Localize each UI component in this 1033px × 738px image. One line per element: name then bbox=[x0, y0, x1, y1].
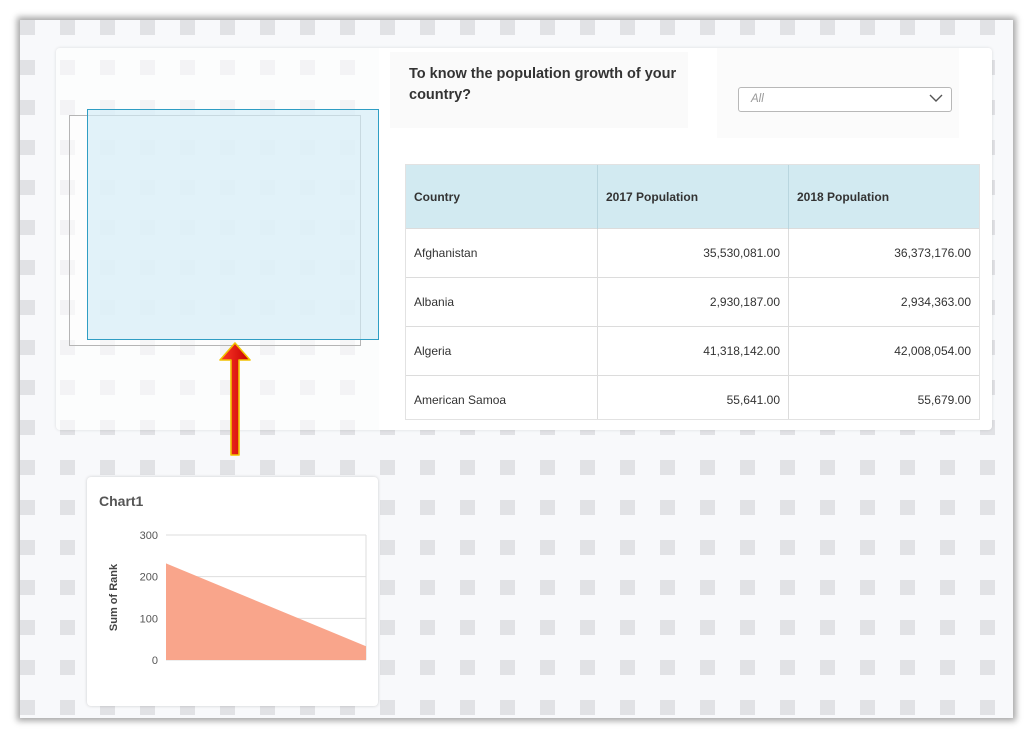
cell-2017: 2,930,187.00 bbox=[597, 277, 789, 327]
cell-country: American Samoa bbox=[406, 375, 598, 419]
y-tick-label: 100 bbox=[140, 613, 158, 625]
column-header-2018[interactable]: 2018 Population bbox=[788, 165, 979, 229]
column-header-2017[interactable]: 2017 Population bbox=[597, 165, 789, 229]
cell-2018: 42,008,054.00 bbox=[788, 326, 979, 376]
y-tick-label: 200 bbox=[140, 572, 158, 584]
cell-2017: 41,318,142.00 bbox=[597, 326, 789, 376]
up-arrow-annotation bbox=[219, 342, 251, 456]
cell-2018: 55,679.00 bbox=[788, 375, 979, 419]
y-axis-label: Sum of Rank bbox=[108, 563, 120, 631]
y-tick-label: 0 bbox=[152, 655, 158, 667]
table-header-row: Country 2017 Population 2018 Population bbox=[406, 165, 979, 229]
country-filter-dropdown[interactable]: All bbox=[738, 87, 952, 112]
chart-widget[interactable]: Chart1 300 200 100 0 Sum of Rank bbox=[87, 477, 378, 706]
chevron-down-icon bbox=[929, 94, 943, 102]
cell-2017: 35,530,081.00 bbox=[597, 228, 789, 278]
dropdown-selected-value: All bbox=[751, 93, 764, 105]
area-chart: 300 200 100 0 Sum of Rank bbox=[108, 530, 367, 667]
table-row[interactable]: Algeria 41,318,142.00 42,008,054.00 bbox=[406, 326, 979, 376]
panel-title: To know the population growth of your co… bbox=[409, 66, 677, 103]
table-row[interactable]: Afghanistan 35,530,081.00 36,373,176.00 bbox=[406, 228, 979, 278]
drop-target-highlight[interactable] bbox=[87, 109, 379, 340]
column-header-country[interactable]: Country bbox=[406, 165, 598, 229]
y-tick-label: 300 bbox=[140, 530, 158, 542]
table-row[interactable]: Albania 2,930,187.00 2,934,363.00 bbox=[406, 277, 979, 327]
cell-country: Albania bbox=[406, 277, 598, 327]
cell-country: Afghanistan bbox=[406, 228, 598, 278]
table-row[interactable]: American Samoa 55,641.00 55,679.00 bbox=[406, 375, 979, 419]
cell-2018: 36,373,176.00 bbox=[788, 228, 979, 278]
population-table: Country 2017 Population 2018 Population … bbox=[405, 164, 980, 420]
cell-country: Algeria bbox=[406, 326, 598, 376]
cell-2017: 55,641.00 bbox=[597, 375, 789, 419]
cell-2018: 2,934,363.00 bbox=[788, 277, 979, 327]
area-series[interactable] bbox=[166, 563, 366, 660]
